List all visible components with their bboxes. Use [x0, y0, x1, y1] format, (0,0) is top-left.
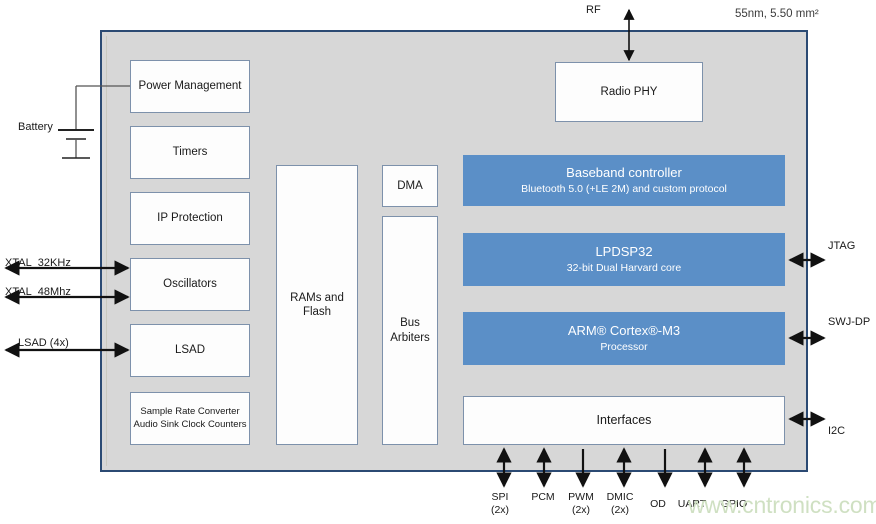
dsp-subtitle: 32-bit Dual Harvard core: [566, 262, 682, 275]
block-power-management-label: Power Management: [138, 80, 242, 93]
sample-rate-converter-line2: Audio Sink Clock Counters: [133, 418, 247, 430]
block-arm-cortex-m3[interactable]: ARM® Cortex®-M3 Processor: [463, 312, 785, 365]
block-timers[interactable]: Timers: [130, 126, 250, 179]
pin-label-dmic-name: DMIC: [606, 491, 634, 503]
dsp-title: LPDSP32: [595, 243, 653, 259]
baseband-title: Baseband controller: [566, 164, 682, 180]
bus-arbiters-line2: Arbiters: [390, 331, 430, 344]
pin-label-xtal-48mhz: XTAL_48Mhz: [5, 286, 71, 298]
block-oscillators[interactable]: Oscillators: [130, 258, 250, 311]
pin-label-jtag: JTAG: [828, 240, 856, 252]
block-dma[interactable]: DMA: [382, 165, 438, 207]
block-oscillators-label: Oscillators: [163, 278, 217, 291]
memory-line1: RAMs and: [290, 291, 344, 304]
block-lpdsp32[interactable]: LPDSP32 32-bit Dual Harvard core: [463, 233, 785, 286]
bus-arbiters-line1: Bus: [400, 317, 420, 330]
block-dma-label: DMA: [397, 179, 423, 192]
pin-label-lsad-4x: LSAD (4x): [18, 337, 69, 349]
block-lsad[interactable]: LSAD: [130, 324, 250, 377]
label-battery: Battery: [18, 121, 53, 133]
memory-line2: Flash: [302, 306, 332, 318]
site-watermark: www.cntronics.com: [688, 492, 876, 518]
block-radio-phy[interactable]: Radio PHY: [555, 62, 703, 122]
battery-symbol: [58, 86, 94, 159]
pin-label-dmic: DMIC (2x): [596, 491, 644, 517]
sample-rate-converter-line1: Sample Rate Converter: [140, 405, 240, 417]
pin-label-i2c: I2C: [828, 425, 846, 437]
process-node-note: 55nm, 5.50 mm²: [735, 8, 819, 20]
pin-label-spi-sub: (2x): [490, 504, 510, 517]
pin-label-spi: SPI (2x): [478, 491, 522, 517]
block-interfaces-label: Interfaces: [596, 412, 652, 427]
block-timers-label: Timers: [172, 146, 208, 159]
pin-label-spi-name: SPI: [491, 491, 509, 503]
baseband-subtitle: Bluetooth 5.0 (+LE 2M) and custom protoc…: [521, 183, 727, 196]
block-power-management[interactable]: Power Management: [130, 60, 250, 113]
pin-label-swj-dp: SWJ-DP: [828, 316, 871, 328]
block-lsad-label: LSAD: [174, 344, 206, 357]
block-baseband-controller[interactable]: Baseband controller Bluetooth 5.0 (+LE 2…: [463, 155, 785, 206]
pin-label-xtal-32khz: XTAL_32KHz: [5, 257, 71, 269]
block-rams-and-flash[interactable]: RAMs and Flash: [276, 165, 358, 445]
block-sample-rate-converter[interactable]: Sample Rate Converter Audio Sink Clock C…: [130, 392, 250, 445]
block-ip-protection-label: IP Protection: [157, 212, 223, 225]
cpu-subtitle: Processor: [600, 341, 648, 354]
block-bus-arbiters[interactable]: Bus Arbiters: [382, 216, 438, 445]
pin-label-dmic-sub: (2x): [610, 504, 630, 517]
block-interfaces[interactable]: Interfaces: [463, 396, 785, 445]
pin-label-rf: RF: [586, 4, 601, 16]
block-radio-phy-label: Radio PHY: [600, 85, 658, 98]
cpu-title: ARM® Cortex®-M3: [567, 322, 681, 338]
block-ip-protection[interactable]: IP Protection: [130, 192, 250, 245]
block-diagram-canvas: 55nm, 5.50 mm² Power Management Timers I…: [0, 0, 876, 524]
